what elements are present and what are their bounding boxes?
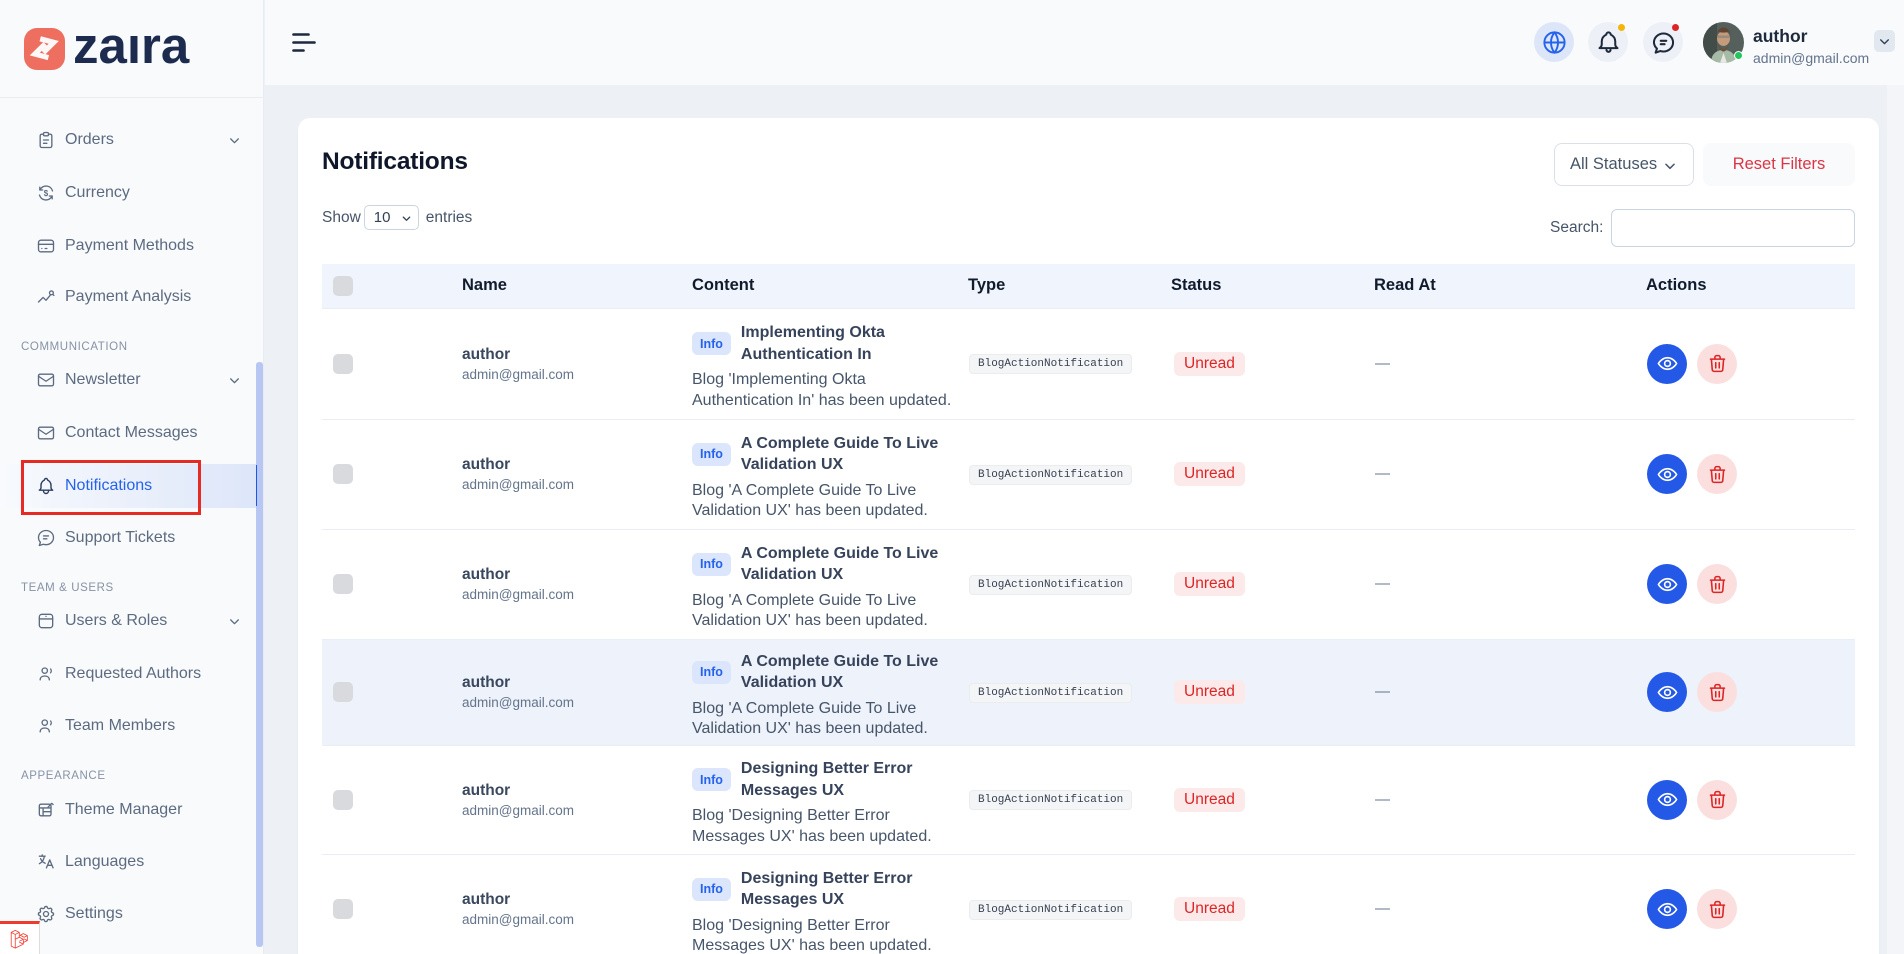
- svg-text:$: $: [44, 189, 49, 198]
